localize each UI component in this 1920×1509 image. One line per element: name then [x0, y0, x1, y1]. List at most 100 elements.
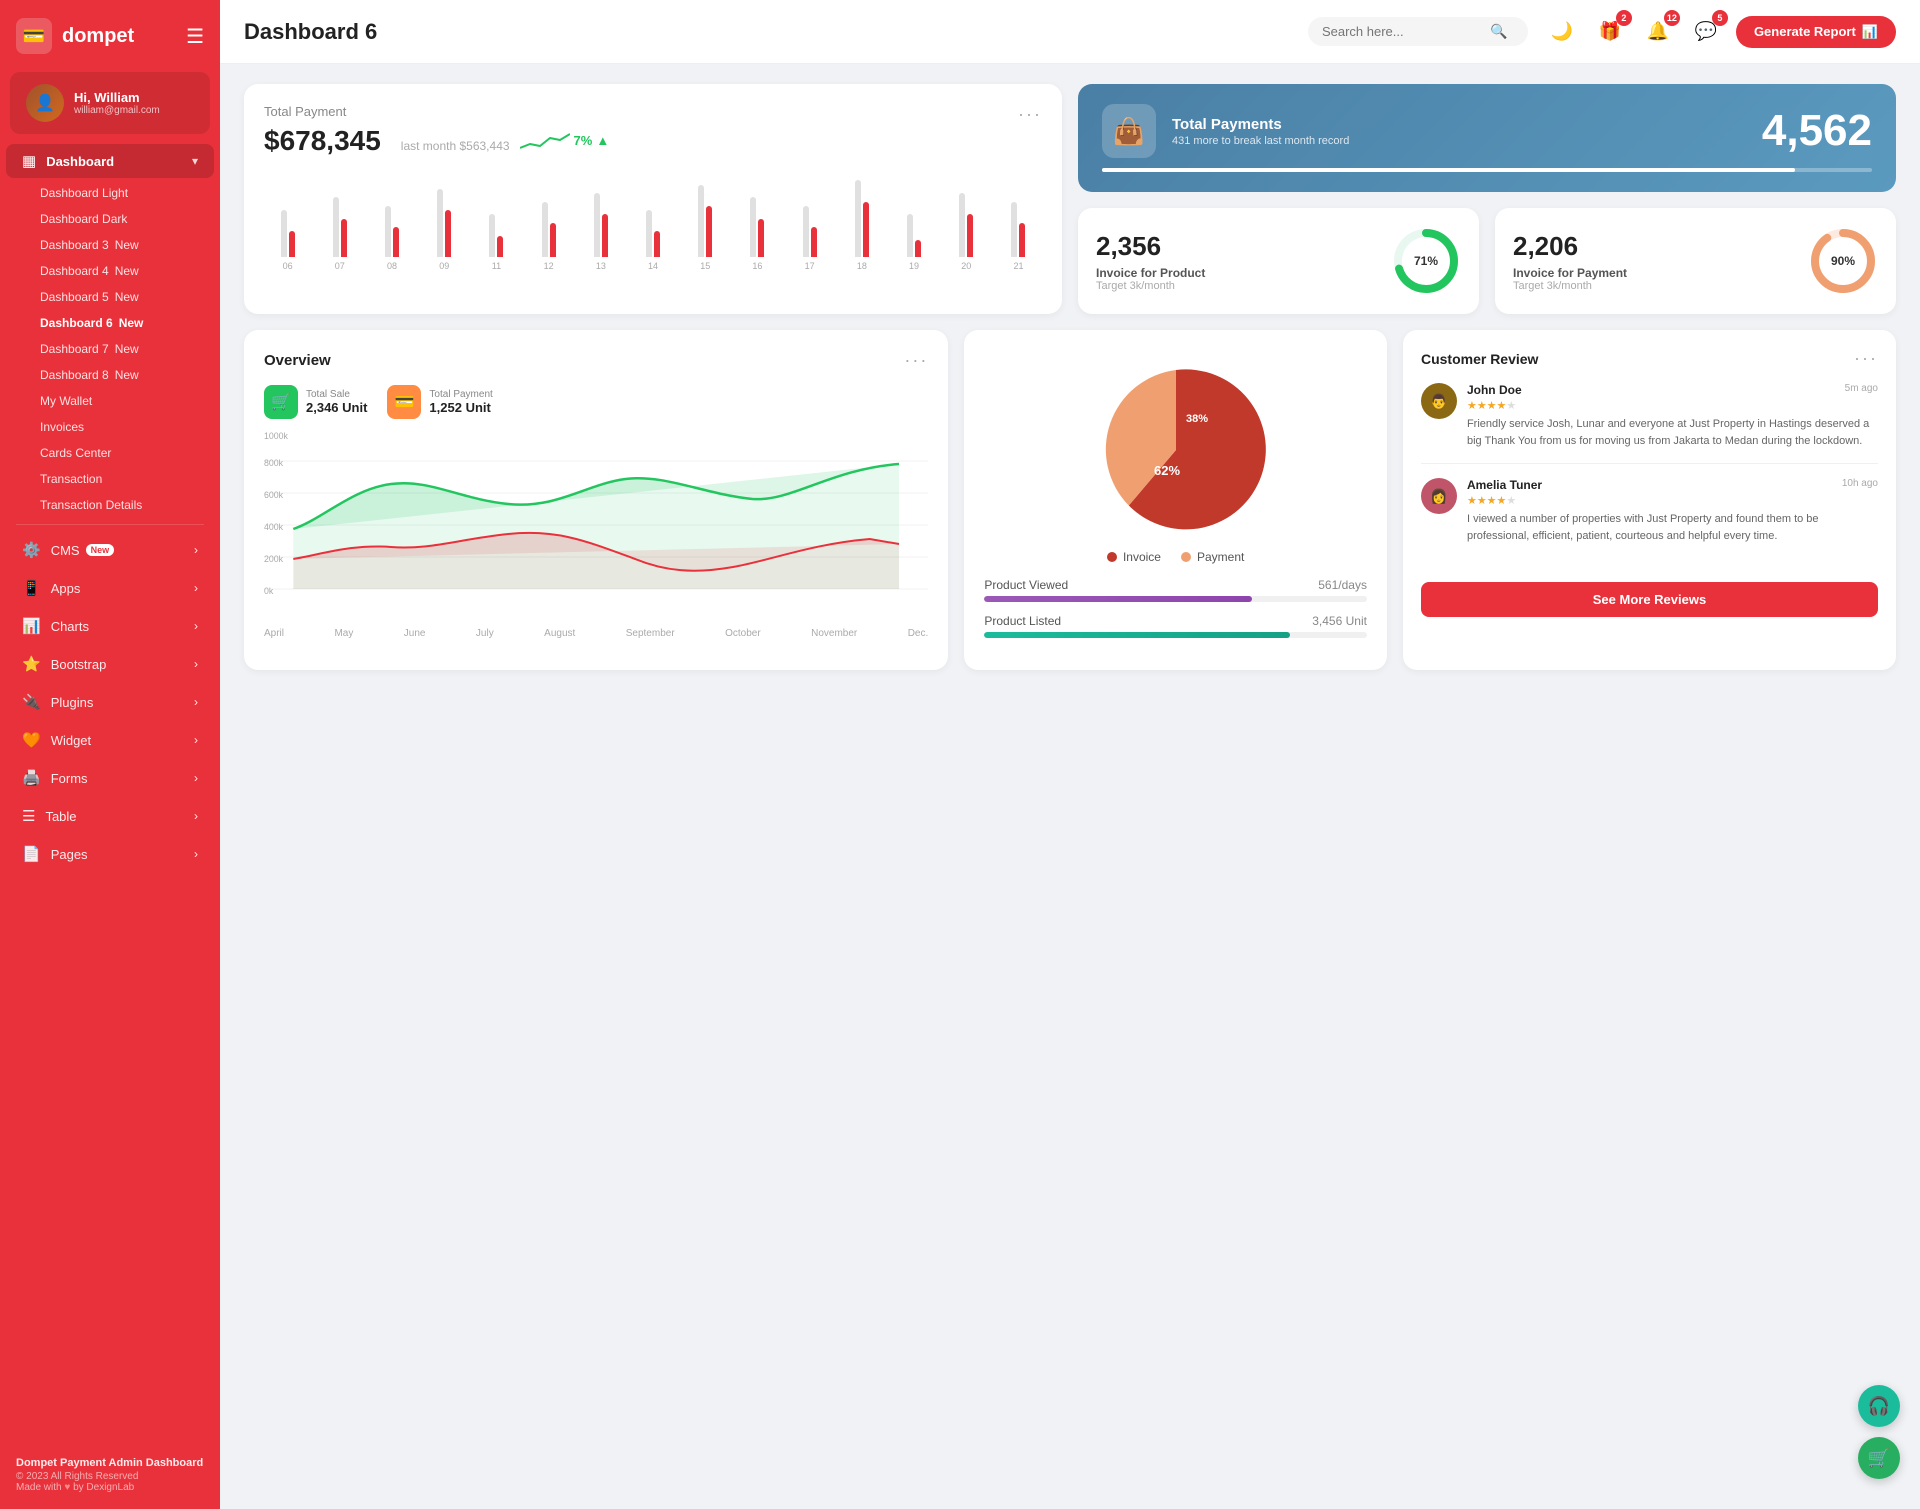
svg-text:62%: 62%: [1154, 463, 1180, 478]
dashboard-icon: ▦: [22, 152, 36, 170]
bar-red: [654, 231, 660, 257]
legend-dot-invoice: [1107, 552, 1117, 562]
total-sale-icon: 🛒: [264, 385, 298, 419]
cart-fab[interactable]: 🛒: [1858, 1437, 1900, 1479]
chat-badge: 5: [1712, 10, 1728, 26]
sidebar-user: 👤 Hi, William william@gmail.com: [10, 72, 210, 134]
blue-card-sub: 431 more to break last month record: [1172, 135, 1349, 147]
sidebar-item-bootstrap[interactable]: ⭐ Bootstrap ›: [6, 645, 214, 683]
review-more[interactable]: ···: [1854, 348, 1878, 369]
pie-legend: Invoice Payment: [984, 550, 1367, 564]
menu-icon-plugins: 🔌: [22, 693, 41, 711]
stars-2: ★★★★★: [1467, 494, 1878, 507]
see-more-reviews-button[interactable]: See More Reviews: [1421, 582, 1878, 617]
review-header: Customer Review ···: [1421, 348, 1878, 369]
total-sale-value: 2,346 Unit: [306, 400, 367, 415]
bar-red: [341, 219, 347, 257]
bar-gray: [281, 210, 287, 257]
sidebar-item-forms[interactable]: 🖨️ Forms ›: [6, 759, 214, 797]
product-listed-label: Product Listed: [984, 614, 1061, 628]
menu-label-apps: Apps: [51, 581, 81, 596]
bar-label: 07: [335, 261, 345, 271]
bar-gray: [803, 206, 809, 257]
x-label-october: October: [725, 628, 761, 639]
search-box[interactable]: 🔍: [1308, 17, 1528, 46]
overview-more[interactable]: ···: [904, 350, 928, 371]
gift-btn[interactable]: 🎁 2: [1592, 14, 1628, 50]
svg-text:38%: 38%: [1186, 413, 1208, 425]
submenu-item-dashboard8[interactable]: Dashboard 8 New: [10, 362, 220, 388]
submenu-item-transaction-details[interactable]: Transaction Details: [10, 492, 220, 518]
bar-group: 11: [473, 172, 520, 271]
support-fab[interactable]: 🎧: [1858, 1385, 1900, 1427]
sidebar-item-apps[interactable]: 📱 Apps ›: [6, 569, 214, 607]
sidebar-item-table[interactable]: ☰ Table ›: [6, 797, 214, 835]
badge-new: New: [115, 290, 139, 304]
total-payment-more[interactable]: ···: [1018, 104, 1042, 125]
bar-pair: [281, 172, 295, 257]
bar-red: [915, 240, 921, 257]
bar-group: 20: [943, 172, 990, 271]
legend-payment: Payment: [1181, 550, 1244, 564]
footer-made: Made with ♥ by DexignLab: [16, 1482, 204, 1493]
submenu-item-invoices[interactable]: Invoices: [10, 414, 220, 440]
search-input[interactable]: [1322, 24, 1482, 39]
svg-text:1000k: 1000k: [264, 431, 288, 441]
bar-pair: [803, 172, 817, 257]
sidebar-item-cms[interactable]: ⚙️ CMS New ›: [6, 531, 214, 569]
bar-label: 08: [387, 261, 397, 271]
footer-copy: © 2023 All Rights Reserved: [16, 1471, 204, 1482]
bar-group: 13: [577, 172, 624, 271]
chat-btn[interactable]: 💬 5: [1688, 14, 1724, 50]
footer-by: by DexignLab: [73, 1482, 134, 1493]
submenu-item-dashboard5[interactable]: Dashboard 5 New: [10, 284, 220, 310]
bar-gray: [594, 193, 600, 257]
avatar-img-2: 👩: [1421, 478, 1457, 514]
sidebar-item-charts[interactable]: 📊 Charts ›: [6, 607, 214, 645]
arrow-icon: ›: [194, 733, 198, 747]
submenu-item-dashboard3[interactable]: Dashboard 3 New: [10, 232, 220, 258]
submenu-item-dashboard7[interactable]: Dashboard 7 New: [10, 336, 220, 362]
middle-column: 62% 38% Invoice Payment: [964, 330, 1387, 670]
overview-title: Overview: [264, 352, 331, 369]
theme-toggle-btn[interactable]: 🌙: [1544, 14, 1580, 50]
product-viewed-row: Product Viewed 561/days: [984, 578, 1367, 602]
sidebar-item-pages[interactable]: 📄 Pages ›: [6, 835, 214, 873]
invoice-product-label: Invoice for Product: [1096, 266, 1205, 280]
product-listed-bar: [984, 632, 1367, 638]
bar-pair: [646, 172, 660, 257]
blue-card-inner: 👜 Total Payments 431 more to break last …: [1102, 104, 1872, 158]
submenu-item-dashboard-dark[interactable]: Dashboard Dark: [10, 206, 220, 232]
topbar: Dashboard 6 🔍 🌙 🎁 2 🔔 12 💬 5 Generate Re: [220, 0, 1920, 64]
reviewer-avatar-2: 👩: [1421, 478, 1457, 514]
svg-text:800k: 800k: [264, 458, 284, 468]
bar-red: [811, 227, 817, 257]
sidebar-item-widget[interactable]: 🧡 Widget ›: [6, 721, 214, 759]
submenu-item-dashboard6[interactable]: Dashboard 6 New: [10, 310, 220, 336]
bar-pair: [594, 172, 608, 257]
cart-icon: 🛒: [1868, 1448, 1890, 1469]
sidebar-item-plugins[interactable]: 🔌 Plugins ›: [6, 683, 214, 721]
arrow-icon: ›: [194, 695, 198, 709]
total-payment-title-area: Total Payment $678,345 last month $563,4…: [264, 104, 609, 157]
product-viewed-value: 561/days: [1318, 578, 1367, 592]
trend-dir: ▲: [596, 133, 609, 148]
submenu-item-dashboard-light[interactable]: Dashboard Light: [10, 180, 220, 206]
headset-icon: 🎧: [1868, 1396, 1890, 1417]
total-payment-ov-label: Total Payment: [429, 389, 492, 400]
notification-btn[interactable]: 🔔 12: [1640, 14, 1676, 50]
trend-pct: 7%: [574, 133, 593, 148]
submenu-item-transaction[interactable]: Transaction: [10, 466, 220, 492]
bar-red: [1019, 223, 1025, 257]
blue-progress-bar: [1102, 168, 1872, 172]
user-avatar: 👤: [26, 84, 64, 122]
generate-report-button[interactable]: Generate Report 📊: [1736, 16, 1896, 48]
footer-title: Dompet Payment Admin Dashboard: [16, 1457, 204, 1469]
bar-gray: [698, 185, 704, 257]
submenu-item-cards[interactable]: Cards Center: [10, 440, 220, 466]
hamburger-menu[interactable]: ☰: [186, 24, 204, 49]
x-label-dec: Dec.: [908, 628, 929, 639]
submenu-item-mywallet[interactable]: My Wallet: [10, 388, 220, 414]
dashboard-menu-parent[interactable]: ▦ Dashboard ▾: [6, 144, 214, 178]
submenu-item-dashboard4[interactable]: Dashboard 4 New: [10, 258, 220, 284]
